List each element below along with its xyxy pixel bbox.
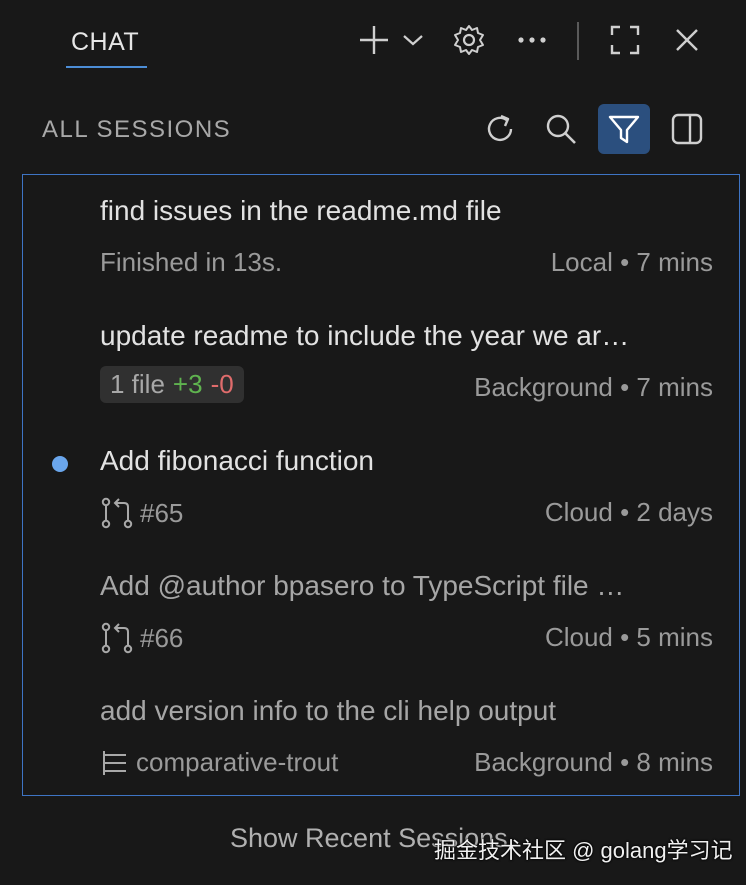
header-separator: [577, 22, 579, 60]
watermark: 掘金技术社区 @ golang学习记: [434, 838, 733, 863]
new-chat-button[interactable]: [354, 20, 394, 60]
more-icon: [518, 37, 546, 43]
session-changes: 1 file +3 -0: [100, 366, 244, 403]
plus-icon: [360, 26, 388, 54]
maximize-icon: [610, 25, 640, 55]
session-item[interactable]: add version info to the cli help output …: [23, 675, 739, 800]
session-status: Finished in 13s.: [100, 247, 283, 277]
new-chat-dropdown-button[interactable]: [394, 20, 432, 60]
gear-icon: [454, 25, 484, 55]
close-button[interactable]: [667, 20, 707, 60]
session-item[interactable]: update readme to include the year we ar……: [23, 300, 739, 425]
session-meta: Background • 7 mins: [474, 372, 713, 402]
session-title: update readme to include the year we ar…: [100, 320, 630, 351]
pr-number: #65: [140, 497, 184, 528]
session-meta: Cloud • 5 mins: [544, 622, 713, 652]
changes-removed: -0: [210, 369, 234, 399]
settings-button[interactable]: [449, 20, 489, 60]
session-item[interactable]: Add fibonacci function #65 Cloud • 2 day…: [23, 425, 739, 550]
maximize-button[interactable]: [605, 20, 645, 60]
session-pr[interactable]: #65: [100, 497, 183, 529]
close-icon: [676, 29, 698, 51]
split-view-icon: [671, 113, 703, 145]
changes-added: +3: [172, 369, 203, 399]
unread-indicator: [52, 456, 68, 472]
session-title: Add @author bpasero to TypeScript file …: [100, 570, 625, 601]
refresh-icon: [487, 114, 513, 142]
split-view-button[interactable]: [661, 104, 713, 154]
filter-icon: [608, 115, 640, 144]
filter-button[interactable]: [598, 104, 650, 154]
pr-number: #66: [140, 622, 184, 653]
session-list: find issues in the readme.md file Finish…: [22, 174, 740, 796]
session-worktree: comparative-trout: [100, 747, 338, 778]
refresh-button[interactable]: [474, 104, 526, 154]
chat-header: CHAT: [0, 0, 746, 90]
more-actions-button[interactable]: [512, 20, 552, 60]
worktree-name: comparative-trout: [136, 747, 339, 777]
tab-chat[interactable]: CHAT: [66, 26, 148, 70]
session-pr[interactable]: #66: [100, 622, 183, 654]
session-item[interactable]: Add @author bpasero to TypeScript file ……: [23, 550, 739, 675]
tab-chat-label: CHAT: [71, 28, 140, 56]
search-icon: [546, 114, 576, 144]
tab-active-indicator: [66, 66, 147, 68]
session-title: find issues in the readme.md file: [100, 195, 502, 226]
session-meta: Local • 7 mins: [550, 247, 713, 277]
session-meta: Cloud • 2 days: [544, 497, 713, 527]
pull-request-icon: [101, 622, 133, 654]
changes-files: 1 file: [110, 369, 165, 399]
chevron-down-icon: [403, 35, 423, 46]
changes-chip[interactable]: 1 file +3 -0: [100, 366, 244, 403]
session-title: add version info to the cli help output: [100, 695, 557, 726]
sessions-title: ALL SESSIONS: [42, 116, 232, 143]
session-item[interactable]: find issues in the readme.md file Finish…: [23, 175, 739, 300]
pull-request-icon: [101, 497, 133, 529]
search-sessions-button[interactable]: [535, 104, 587, 154]
session-title: Add fibonacci function: [100, 445, 374, 476]
session-meta: Background • 8 mins: [474, 747, 713, 777]
worktree-icon: [103, 750, 126, 775]
